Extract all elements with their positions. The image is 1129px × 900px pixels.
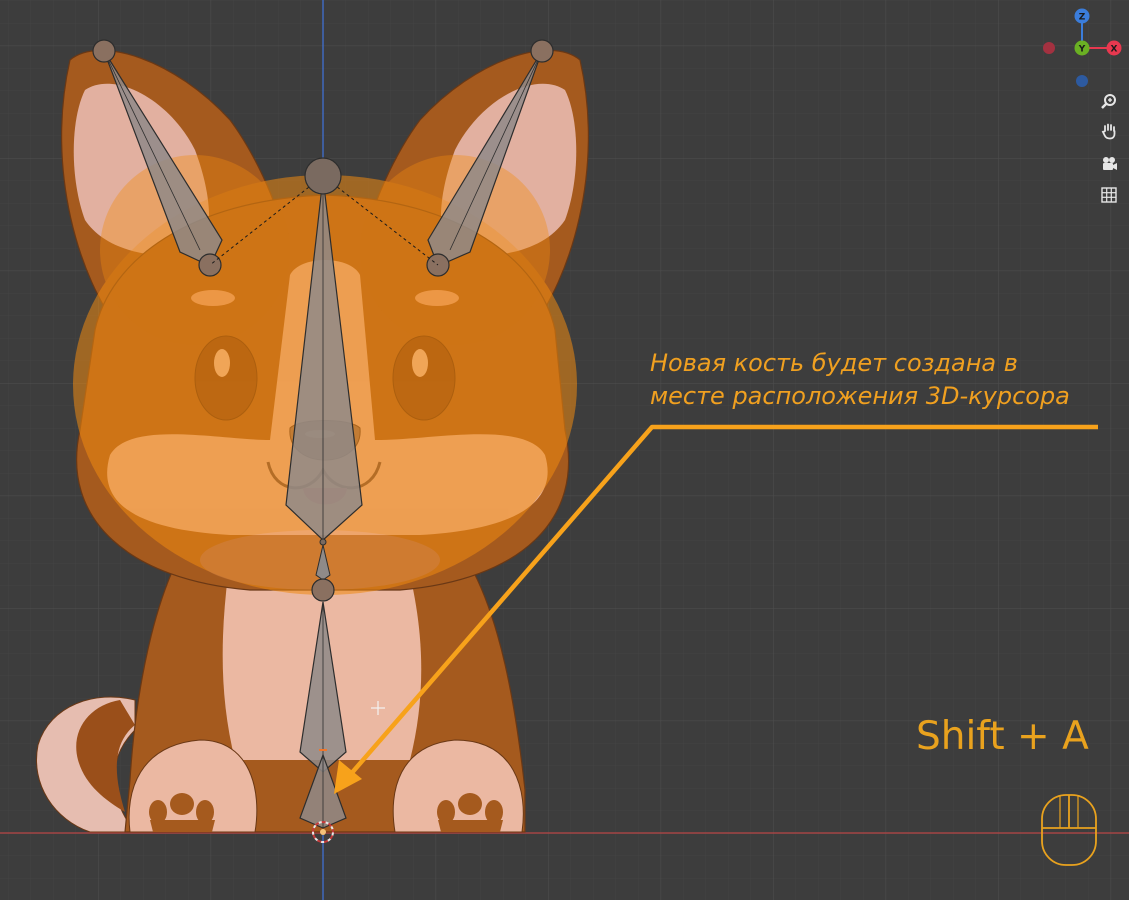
ortho-toggle-button[interactable] xyxy=(1097,183,1121,207)
annotation-caption: Новая кость будет создана в месте распол… xyxy=(650,347,1070,413)
annotation-line-1: Новая кость будет создана в xyxy=(650,349,1018,377)
grid-icon xyxy=(1101,187,1117,203)
annotation-line-2: месте расположения 3D-курсора xyxy=(650,382,1070,410)
gizmo-neg-x xyxy=(1043,42,1055,54)
svg-text:X: X xyxy=(1111,45,1118,55)
pan-button[interactable] xyxy=(1097,119,1121,143)
svg-text:Y: Y xyxy=(1078,45,1086,55)
3d-viewport[interactable]: Z X Y xyxy=(0,0,1129,900)
camera-icon xyxy=(1103,157,1117,170)
shortcut-label: Shift + A xyxy=(916,714,1089,759)
gizmo-neg-z xyxy=(1076,75,1088,87)
hand-pan-icon xyxy=(1101,123,1116,140)
bone-body-head-joint xyxy=(311,578,335,602)
zoom-button[interactable] xyxy=(1097,90,1121,114)
svg-text:Z: Z xyxy=(1079,13,1086,23)
camera-view-button[interactable] xyxy=(1097,152,1121,176)
zoom-icon xyxy=(1101,94,1116,109)
